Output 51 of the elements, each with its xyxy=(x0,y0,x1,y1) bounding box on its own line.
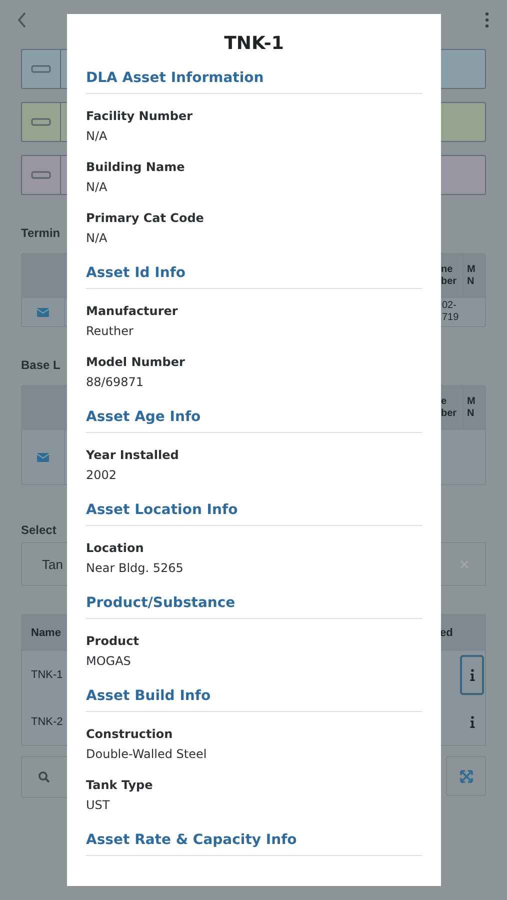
field-value: N/A xyxy=(86,179,108,196)
table-cell: TNK-2 xyxy=(31,716,63,728)
section-label: Base L xyxy=(21,358,60,372)
field-label: Construction xyxy=(86,726,174,743)
field-label: Primary Cat Code xyxy=(86,210,205,227)
envelope-icon[interactable] xyxy=(37,452,49,462)
select-label: Select xyxy=(21,523,56,537)
rectangle-icon xyxy=(31,171,51,179)
field-value: 88/69871 xyxy=(86,374,144,391)
dialog-title: TNK-1 xyxy=(223,33,285,54)
column-header: M N xyxy=(466,263,476,289)
field-value: MOGAS xyxy=(86,653,132,670)
section-heading: Asset Build Info xyxy=(86,688,422,712)
section-heading: Asset Id Info xyxy=(86,265,422,289)
info-icon xyxy=(470,716,474,728)
section-heading: DLA Asset Information xyxy=(86,70,422,94)
field-value: Double-Walled Steel xyxy=(86,746,208,763)
table-cell: 02- 719 xyxy=(442,300,459,324)
field-value: N/A xyxy=(86,128,108,145)
table-cell: TNK-1 xyxy=(31,668,63,680)
info-button[interactable] xyxy=(460,654,484,694)
rectangle-icon xyxy=(31,118,51,126)
field-value: Near Bldg. 5265 xyxy=(86,560,184,577)
envelope-icon[interactable] xyxy=(37,308,49,316)
section-heading: Asset Location Info xyxy=(86,502,422,526)
section-heading: Product/Substance xyxy=(86,595,422,619)
field-label: Year Installed xyxy=(86,447,180,464)
rectangle-icon xyxy=(31,65,51,73)
field-value: N/A xyxy=(86,230,108,247)
expand-icon xyxy=(460,770,472,782)
search-icon xyxy=(38,771,50,783)
column-header: ed xyxy=(440,627,453,639)
section-heading: Asset Rate & Capacity Info xyxy=(86,832,422,856)
column-header: Name xyxy=(31,627,61,639)
field-label: Facility Number xyxy=(86,108,194,125)
section-heading: Asset Age Info xyxy=(86,409,422,433)
field-value: Reuther xyxy=(86,323,134,340)
field-value: UST xyxy=(86,797,111,814)
column-header: M N xyxy=(466,395,476,421)
back-icon[interactable] xyxy=(17,12,27,28)
field-label: Location xyxy=(86,540,145,557)
expand-button[interactable] xyxy=(446,756,486,796)
field-label: Model Number xyxy=(86,354,186,371)
more-icon[interactable] xyxy=(485,12,489,28)
info-icon xyxy=(470,668,474,680)
field-label: Product xyxy=(86,633,140,650)
field-label: Manufacturer xyxy=(86,303,179,320)
field-value: 2002 xyxy=(86,467,118,484)
section-label: Termin xyxy=(21,226,60,240)
field-label: Building Name xyxy=(86,159,186,176)
field-label: Tank Type xyxy=(86,777,154,794)
